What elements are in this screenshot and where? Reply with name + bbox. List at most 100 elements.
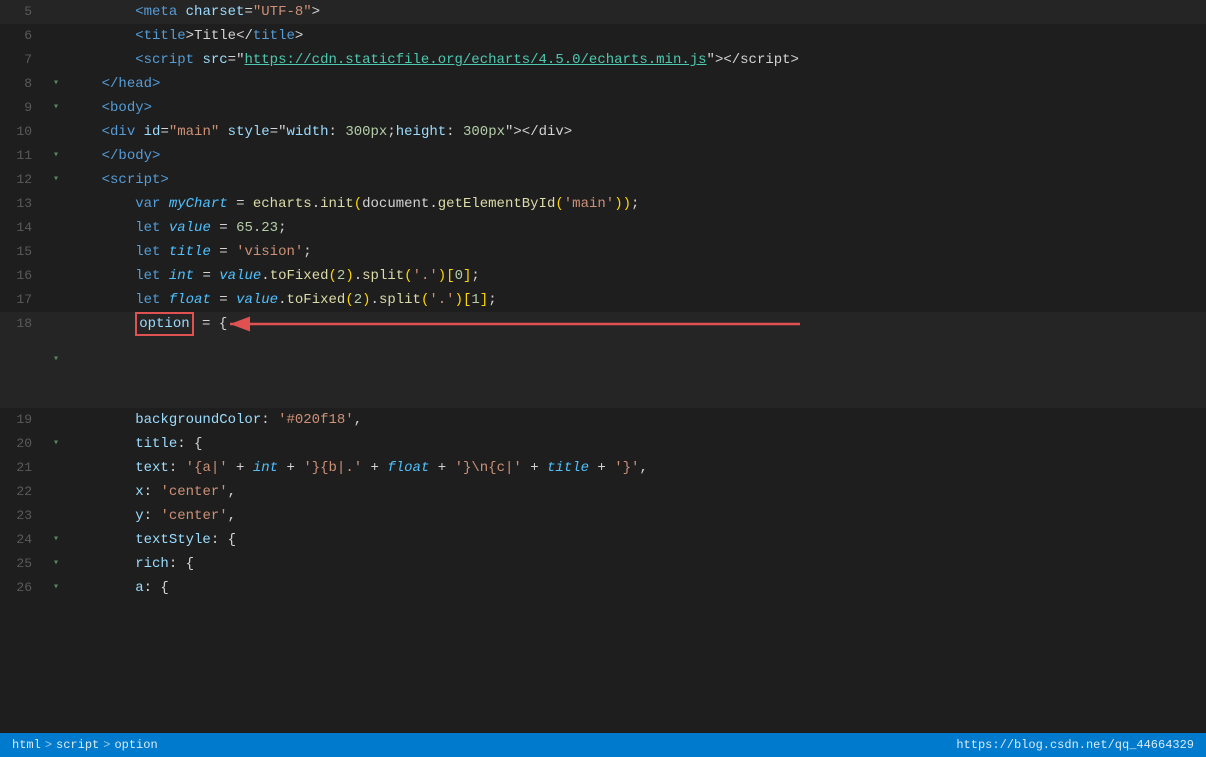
code-content-11: </body> (64, 144, 1206, 168)
option-keyword: option (135, 312, 193, 336)
code-content-12: <script> (64, 168, 1206, 192)
line-number-14: 14 (0, 216, 48, 240)
line-number-17: 17 (0, 288, 48, 312)
code-line-26: 26 ▾ a: { (0, 576, 1206, 600)
status-right-url: https://blog.csdn.net/qq_44664329 (956, 738, 1194, 752)
breadcrumb-option: option (114, 738, 157, 752)
code-content-26: a: { (64, 576, 1206, 600)
code-line-20: 20 ▾ title: { (0, 432, 1206, 456)
code-content-5: <meta charset="UTF-8"> (64, 0, 1206, 24)
code-content-25: rich: { (64, 552, 1206, 576)
code-content-21: text: '{a|' + int + '}​{b|.' + float + '… (64, 456, 1206, 480)
breadcrumb-html: html (12, 738, 41, 752)
fold-gutter-24: ▾ (48, 528, 64, 552)
fold-gutter-22 (48, 480, 64, 504)
fold-gutter-8: ▾ (48, 72, 64, 96)
code-content-19: backgroundColor: '#020f18', (64, 408, 1206, 432)
line-number-20: 20 (0, 432, 48, 456)
code-content-13: var myChart = echarts.init(document.getE… (64, 192, 1206, 216)
editor-container: 5 <meta charset="UTF-8"> 6 <title>Title<… (0, 0, 1206, 757)
code-content-23: y: 'center', (64, 504, 1206, 528)
code-content-8: </head> (64, 72, 1206, 96)
code-content-6: <title>Title</title> (64, 24, 1206, 48)
line-number-6: 6 (0, 24, 48, 48)
code-content-18: option = { (64, 312, 1206, 408)
fold-gutter-17 (48, 288, 64, 312)
breadcrumb-sep-2: > (103, 738, 110, 752)
fold-gutter-26: ▾ (48, 576, 64, 600)
fold-gutter-18: ▾ (48, 312, 64, 408)
line-number-24: 24 (0, 528, 48, 552)
code-line-23: 23 y: 'center', (0, 504, 1206, 528)
line-number-11: 11 (0, 144, 48, 168)
arrow-annotation (220, 314, 820, 334)
code-line-18: 18 ▾ option = { (0, 312, 1206, 408)
fold-gutter-11: ▾ (48, 144, 64, 168)
fold-gutter-7 (48, 48, 64, 72)
fold-gutter-16 (48, 264, 64, 288)
fold-gutter-21 (48, 456, 64, 480)
line-number-12: 12 (0, 168, 48, 192)
fold-gutter-12: ▾ (48, 168, 64, 192)
code-line-11: 11 ▾ </body> (0, 144, 1206, 168)
code-line-14: 14 let value = 65.23; (0, 216, 1206, 240)
code-line-19: 19 backgroundColor: '#020f18', (0, 408, 1206, 432)
line-number-19: 19 (0, 408, 48, 432)
code-content-22: x: 'center', (64, 480, 1206, 504)
code-line-5: 5 <meta charset="UTF-8"> (0, 0, 1206, 24)
code-line-16: 16 let int = value.toFixed(2).split('.')… (0, 264, 1206, 288)
code-content-20: title: { (64, 432, 1206, 456)
code-line-10: 10 <div id="main" style="width: 300px;he… (0, 120, 1206, 144)
line-number-26: 26 (0, 576, 48, 600)
code-content-10: <div id="main" style="width: 300px;heigh… (64, 120, 1206, 144)
line-number-15: 15 (0, 240, 48, 264)
line-number-22: 22 (0, 480, 48, 504)
line-number-25: 25 (0, 552, 48, 576)
code-line-25: 25 ▾ rich: { (0, 552, 1206, 576)
line-number-8: 8 (0, 72, 48, 96)
fold-gutter-15 (48, 240, 64, 264)
code-content-7: <script src="https://cdn.staticfile.org/… (64, 48, 1206, 72)
code-content-24: textStyle: { (64, 528, 1206, 552)
code-line-7: 7 <script src="https://cdn.staticfile.or… (0, 48, 1206, 72)
fold-gutter-25: ▾ (48, 552, 64, 576)
code-content-14: let value = 65.23; (64, 216, 1206, 240)
line-number-10: 10 (0, 120, 48, 144)
code-line-12: 12 ▾ <script> (0, 168, 1206, 192)
line-number-5: 5 (0, 0, 48, 24)
line-number-7: 7 (0, 48, 48, 72)
code-line-8: 8 ▾ </head> (0, 72, 1206, 96)
breadcrumb: html > script > option (12, 738, 158, 752)
fold-gutter-5 (48, 0, 64, 24)
code-content-17: let float = value.toFixed(2).split('.')[… (64, 288, 1206, 312)
code-area: 5 <meta charset="UTF-8"> 6 <title>Title<… (0, 0, 1206, 733)
line-number-9: 9 (0, 96, 48, 120)
line-number-18: 18 (0, 312, 48, 408)
line-number-21: 21 (0, 456, 48, 480)
fold-gutter-13 (48, 192, 64, 216)
breadcrumb-sep-1: > (45, 738, 52, 752)
fold-gutter-19 (48, 408, 64, 432)
fold-gutter-10 (48, 120, 64, 144)
code-content-9: <body> (64, 96, 1206, 120)
fold-gutter-14 (48, 216, 64, 240)
code-content-15: let title = 'vision'; (64, 240, 1206, 264)
line-number-16: 16 (0, 264, 48, 288)
fold-gutter-23 (48, 504, 64, 528)
code-line-21: 21 text: '{a|' + int + '}​{b|.' + float … (0, 456, 1206, 480)
code-line-24: 24 ▾ textStyle: { (0, 528, 1206, 552)
status-bar: html > script > option https://blog.csdn… (0, 733, 1206, 757)
breadcrumb-script: script (56, 738, 99, 752)
fold-gutter-20: ▾ (48, 432, 64, 456)
code-line-13: 13 var myChart = echarts.init(document.g… (0, 192, 1206, 216)
fold-gutter-6 (48, 24, 64, 48)
code-line-6: 6 <title>Title</title> (0, 24, 1206, 48)
code-line-15: 15 let title = 'vision'; (0, 240, 1206, 264)
code-line-9: 9 ▾ <body> (0, 96, 1206, 120)
code-line-22: 22 x: 'center', (0, 480, 1206, 504)
code-content-16: let int = value.toFixed(2).split('.')[0]… (64, 264, 1206, 288)
fold-gutter-9: ▾ (48, 96, 64, 120)
line-number-13: 13 (0, 192, 48, 216)
code-line-17: 17 let float = value.toFixed(2).split('.… (0, 288, 1206, 312)
line-number-23: 23 (0, 504, 48, 528)
